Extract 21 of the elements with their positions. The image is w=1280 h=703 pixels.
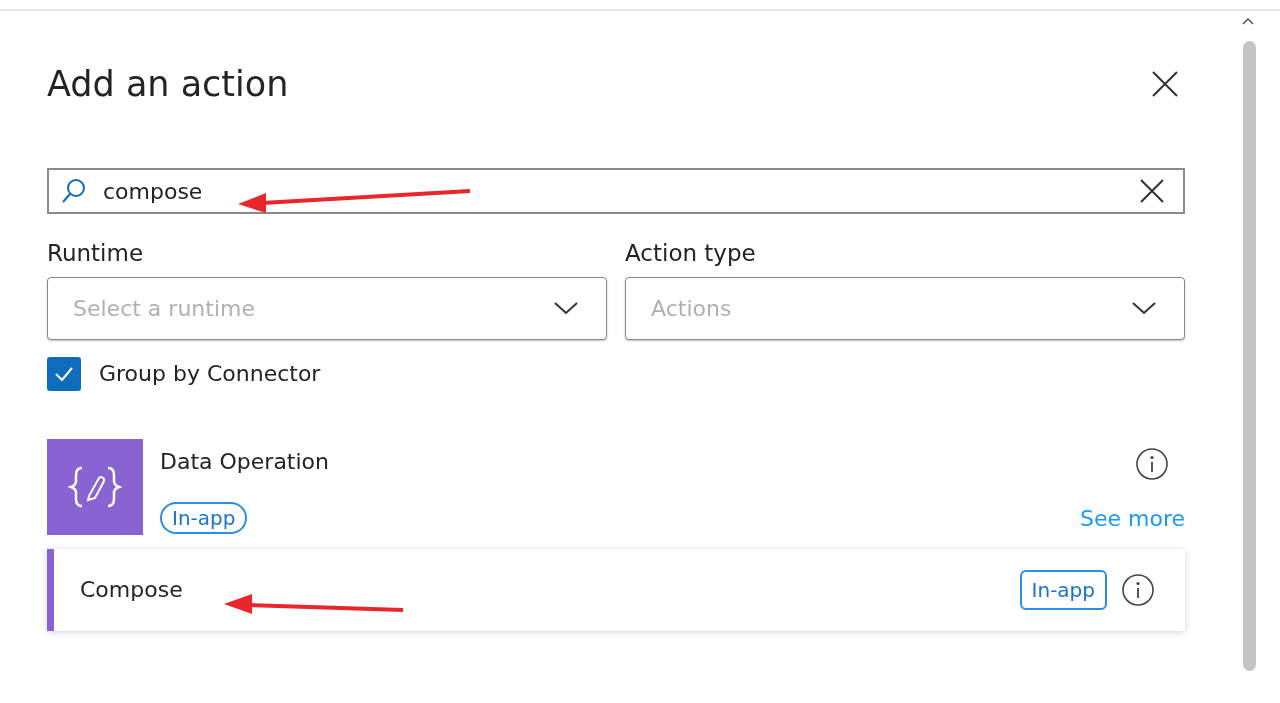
connector-icon	[47, 438, 143, 535]
scrollbar[interactable]	[1243, 41, 1256, 671]
action-name: Compose	[80, 576, 183, 604]
search-field[interactable]: compose	[47, 168, 1185, 214]
clear-icon[interactable]	[1139, 178, 1165, 204]
field-label: Action type	[625, 239, 757, 268]
select-field[interactable]: Actions	[625, 276, 1185, 340]
chevron-down-icon[interactable]	[1131, 299, 1157, 316]
field-label: Runtime	[47, 239, 145, 268]
info-icon[interactable]	[1135, 446, 1169, 481]
info-icon[interactable]	[1121, 572, 1155, 607]
chevron-down-icon[interactable]	[553, 299, 579, 316]
checkbox[interactable]	[47, 356, 81, 391]
scroll-up-icon[interactable]	[1242, 17, 1254, 25]
select-field[interactable]: Select a runtime	[47, 276, 607, 340]
in-app-badge: In-app	[160, 501, 248, 534]
panel-title: Add an action	[47, 63, 289, 105]
in-app-badge: In-app	[1019, 569, 1107, 610]
search-icon	[61, 178, 87, 204]
checkbox-label: Group by Connector	[99, 360, 321, 388]
connector-name: Data Operation	[160, 448, 329, 474]
